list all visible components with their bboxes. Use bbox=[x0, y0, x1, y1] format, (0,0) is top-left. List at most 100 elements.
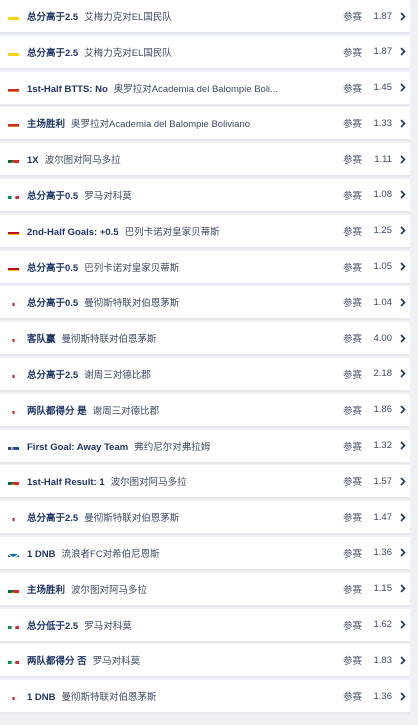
market-label: 主场胜利 bbox=[27, 119, 66, 131]
country-flag-icon bbox=[8, 155, 19, 164]
bet-row[interactable]: 客队赢 曼彻斯特联对伯恩茅斯 参赛 4.00 bbox=[0, 321, 410, 357]
market-label: 总分高于0.5 bbox=[27, 298, 79, 310]
chevron-right-icon[interactable] bbox=[398, 142, 408, 176]
bet-description: 总分高于2.5 曼彻斯特联对伯恩茅斯 bbox=[27, 510, 337, 524]
chevron-right-icon[interactable] bbox=[398, 572, 408, 606]
chevron-right-icon[interactable] bbox=[398, 106, 408, 140]
market-label: 两队都得分 是 bbox=[27, 405, 87, 417]
country-flag-icon bbox=[8, 370, 19, 378]
event-name: 巴列卡诺对皇家贝蒂斯 bbox=[84, 262, 180, 274]
join-label: 参赛 bbox=[342, 119, 362, 131]
event-name: 波尔图对阿马多拉 bbox=[71, 584, 148, 596]
chevron-right-icon[interactable] bbox=[398, 464, 408, 498]
bet-row[interactable]: 总分高于2.5 谢周三对德比郡 参赛 2.18 bbox=[0, 357, 410, 392]
country-flag-icon bbox=[8, 334, 19, 343]
chevron-right-icon[interactable] bbox=[398, 393, 408, 427]
market-label: 总分高于2.5 bbox=[27, 12, 79, 23]
bet-row[interactable]: 1st-Half BTTS: No 奥罗拉对Academia del Balomp… bbox=[0, 71, 410, 106]
odds-value: 1.32 bbox=[373, 440, 393, 452]
bet-description: 总分高于0.5 罗马对科莫 bbox=[27, 188, 337, 202]
bet-row[interactable]: 总分低于2.5 罗马对科莫 参赛 1.62 bbox=[0, 608, 410, 643]
bet-description: First Goal: Away Team 弗约尼尔对弗拉姆 bbox=[27, 439, 337, 453]
event-name: 曼彻斯特联对伯恩茅斯 bbox=[61, 334, 157, 346]
bet-row[interactable]: 总分高于2.5 艾梅力克对EL国民队 参赛 1.87 bbox=[0, 35, 410, 70]
bet-description: 总分低于2.5 罗马对科莫 bbox=[27, 618, 337, 632]
bet-row[interactable]: 总分高于0.5 罗马对科莫 参赛 1.08 bbox=[0, 178, 410, 213]
chevron-right-icon[interactable] bbox=[398, 429, 408, 463]
event-name: 奥罗拉对Academia del Balompie Boliviano bbox=[71, 119, 251, 131]
chevron-right-icon[interactable] bbox=[398, 250, 408, 284]
event-name: 罗马对科莫 bbox=[92, 656, 141, 668]
join-label: 参赛 bbox=[342, 620, 362, 632]
bet-list: 总分高于2.5 艾梅力克对EL国民队 参赛 1.87 总分高于2.5 艾梅力克对EL国民队… bbox=[0, 0, 410, 715]
bet-row[interactable]: 1st-Half Result: 1 波尔图对阿马多拉 参赛 1.57 bbox=[0, 464, 410, 500]
event-name: 曼彻斯特联对伯恩茅斯 bbox=[61, 692, 157, 704]
market-label: 总分高于0.5 bbox=[27, 190, 79, 202]
bet-description: 2nd-Half Goals: +0.5 巴列卡诺对皇家贝蒂斯 bbox=[27, 224, 337, 238]
bet-description: 总分高于2.5 艾梅力克对EL国民队 bbox=[27, 9, 337, 23]
chevron-right-icon[interactable] bbox=[398, 0, 408, 33]
bet-description: 总分高于2.5 谢周三对德比郡 bbox=[27, 367, 337, 381]
market-label: 客队赢 bbox=[27, 334, 56, 346]
bet-description: 主场胜利 奥罗拉对Academia del Balompie Boliviano bbox=[27, 116, 337, 130]
bet-row[interactable]: 总分高于0.5 曼彻斯特联对伯恩茅斯 参赛 1.04 bbox=[0, 285, 410, 321]
country-flag-icon bbox=[8, 621, 19, 629]
bet-row[interactable]: 1 DNB 曼彻斯特联对伯恩茅斯 参赛 1.36 bbox=[0, 679, 410, 715]
chevron-right-icon[interactable] bbox=[398, 608, 408, 642]
chevron-right-icon[interactable] bbox=[398, 178, 408, 212]
bet-row[interactable]: First Goal: Away Team 弗约尼尔对弗拉姆 参赛 1.32 bbox=[0, 429, 410, 464]
event-name: 艾梅力克对EL国民队 bbox=[84, 47, 172, 59]
country-flag-icon bbox=[8, 656, 19, 665]
bet-row[interactable]: 1 DNB 流浪者FC对希伯尼恩斯 参赛 1.36 bbox=[0, 536, 410, 571]
bet-row[interactable]: 2nd-Half Goals: +0.5 巴列卡诺对皇家贝蒂斯 参赛 1.25 bbox=[0, 214, 410, 249]
bet-row[interactable]: 主场胜利 波尔图对阿马多拉 参赛 1.15 bbox=[0, 572, 410, 607]
event-name: 流浪者FC对希伯尼恩斯 bbox=[61, 548, 160, 560]
bet-description: 1st-Half BTTS: No 奥罗拉对Academia del Balomp… bbox=[27, 81, 337, 95]
market-label: 两队都得分 否 bbox=[27, 656, 87, 668]
chevron-right-icon[interactable] bbox=[398, 71, 408, 105]
odds-value: 1.36 bbox=[373, 690, 393, 702]
market-label: 总分高于2.5 bbox=[27, 47, 79, 59]
event-name: 罗马对科莫 bbox=[84, 190, 132, 202]
event-name: 波尔图对阿马多拉 bbox=[44, 155, 121, 167]
event-name: 谢周三对德比郡 bbox=[92, 405, 160, 417]
market-label: 总分高于2.5 bbox=[27, 369, 79, 381]
country-flag-icon bbox=[8, 585, 19, 593]
event-name: 奥罗拉对Academia del Balompie Boli... bbox=[113, 83, 278, 95]
country-flag-icon bbox=[8, 692, 19, 701]
chevron-right-icon[interactable] bbox=[398, 357, 408, 391]
odds-value: 4.00 bbox=[373, 332, 393, 344]
market-label: 1X bbox=[27, 155, 39, 167]
join-label: 参赛 bbox=[342, 369, 362, 381]
chevron-right-icon[interactable] bbox=[398, 285, 408, 319]
country-flag-icon bbox=[8, 48, 19, 56]
bet-description: 主场胜利 波尔图对阿马多拉 bbox=[27, 582, 337, 596]
country-flag-icon bbox=[8, 298, 19, 307]
market-label: 1 DNB bbox=[27, 548, 56, 560]
join-label: 参赛 bbox=[342, 477, 362, 489]
market-label: 主场胜利 bbox=[27, 584, 66, 596]
event-name: 罗马对科莫 bbox=[84, 620, 132, 632]
bet-description: 1X 波尔图对阿马多拉 bbox=[27, 152, 337, 166]
country-flag-icon bbox=[8, 12, 19, 20]
chevron-right-icon[interactable] bbox=[398, 536, 408, 570]
chevron-right-icon[interactable] bbox=[398, 679, 408, 713]
chevron-right-icon[interactable] bbox=[398, 321, 408, 355]
bet-row[interactable]: 1X 波尔图对阿马多拉 参赛 1.11 bbox=[0, 142, 410, 178]
bet-row[interactable]: 两队都得分 否罗马对科莫 参赛 1.83 bbox=[0, 643, 410, 679]
join-label: 参赛 bbox=[342, 155, 362, 167]
chevron-right-icon[interactable] bbox=[398, 643, 408, 677]
country-flag-icon bbox=[8, 84, 19, 92]
country-flag-icon bbox=[8, 191, 19, 199]
bet-row[interactable]: 两队都得分 是谢周三对德比郡 参赛 1.86 bbox=[0, 393, 410, 428]
bet-row[interactable]: 总分高于2.5 曼彻斯特联对伯恩茅斯 参赛 1.47 bbox=[0, 500, 410, 536]
market-label: 总分低于2.5 bbox=[27, 620, 79, 632]
chevron-right-icon[interactable] bbox=[398, 35, 408, 69]
chevron-right-icon[interactable] bbox=[398, 500, 408, 534]
bet-row[interactable]: 总分高于2.5 艾梅力克对EL国民队 参赛 1.87 bbox=[0, 0, 410, 34]
market-label: 1st-Half BTTS: No bbox=[27, 83, 108, 95]
odds-value: 1.04 bbox=[373, 296, 393, 308]
chevron-right-icon[interactable] bbox=[398, 214, 408, 248]
bet-row[interactable]: 主场胜利 奥罗拉对Academia del Balompie Boliviano 参… bbox=[0, 106, 410, 142]
bet-row[interactable]: 总分高于0.5 巴列卡诺对皇家贝蒂斯 参赛 1.05 bbox=[0, 250, 410, 285]
